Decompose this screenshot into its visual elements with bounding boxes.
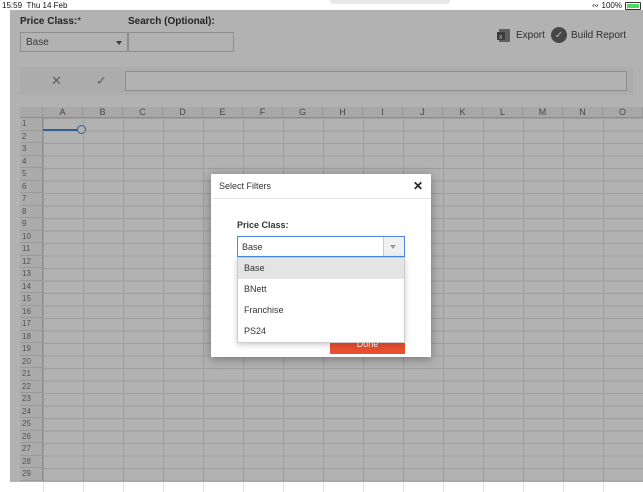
option-ps24[interactable]: PS24 — [238, 321, 404, 342]
wifi-icon: ∾ — [591, 1, 599, 10]
chevron-down-icon — [390, 245, 396, 249]
option-base[interactable]: Base — [238, 258, 404, 279]
modal-price-class-select[interactable]: Base — [237, 236, 405, 257]
modal-title: Select Filters — [219, 181, 272, 191]
option-franchise[interactable]: Franchise — [238, 300, 404, 321]
modal-price-class-label: Price Class: — [237, 220, 289, 230]
battery-icon — [625, 1, 641, 10]
battery-percent: 100% — [601, 1, 622, 10]
close-icon[interactable]: ✕ — [413, 179, 423, 193]
status-time: 15:59 Thu 14 Feb — [2, 1, 68, 10]
price-class-options: Base BNett Franchise PS24 — [237, 257, 405, 343]
modal-header: Select Filters ✕ — [211, 174, 431, 199]
url-bar-fragment — [330, 0, 450, 4]
option-bnett[interactable]: BNett — [238, 279, 404, 300]
status-right: ∾ 100% — [592, 1, 641, 10]
dropdown-toggle[interactable] — [383, 237, 404, 256]
